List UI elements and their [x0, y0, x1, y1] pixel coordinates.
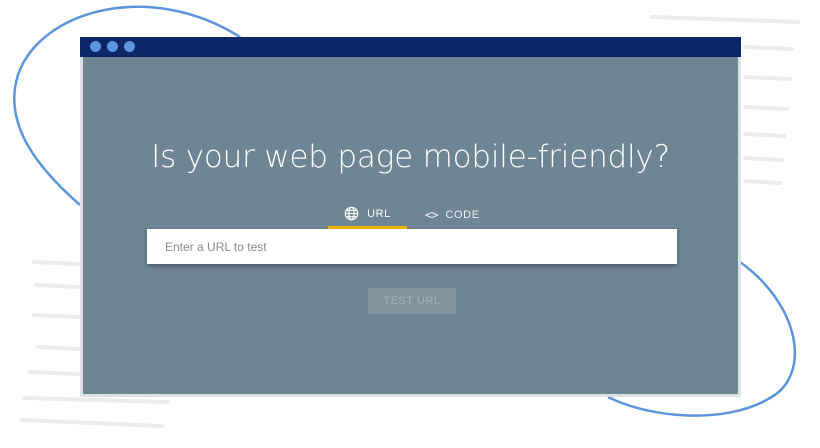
window-dot-3 — [124, 41, 135, 52]
window-dot-1 — [90, 41, 101, 52]
url-input[interactable] — [147, 229, 677, 264]
globe-icon — [344, 206, 359, 221]
tab-code-label: CODE — [445, 209, 480, 221]
browser-window: Is your web page mobile-friendly? URL <>… — [80, 37, 741, 397]
window-dot-2 — [107, 41, 118, 52]
tab-url[interactable]: URL — [328, 201, 407, 229]
page-headline: Is your web page mobile-friendly? — [151, 139, 670, 175]
test-url-button[interactable]: TEST URL — [368, 288, 456, 314]
window-title-bar — [80, 37, 741, 57]
code-brackets-icon: <> — [425, 208, 438, 222]
tab-code[interactable]: <> CODE — [417, 201, 497, 229]
tab-url-label: URL — [367, 207, 391, 220]
